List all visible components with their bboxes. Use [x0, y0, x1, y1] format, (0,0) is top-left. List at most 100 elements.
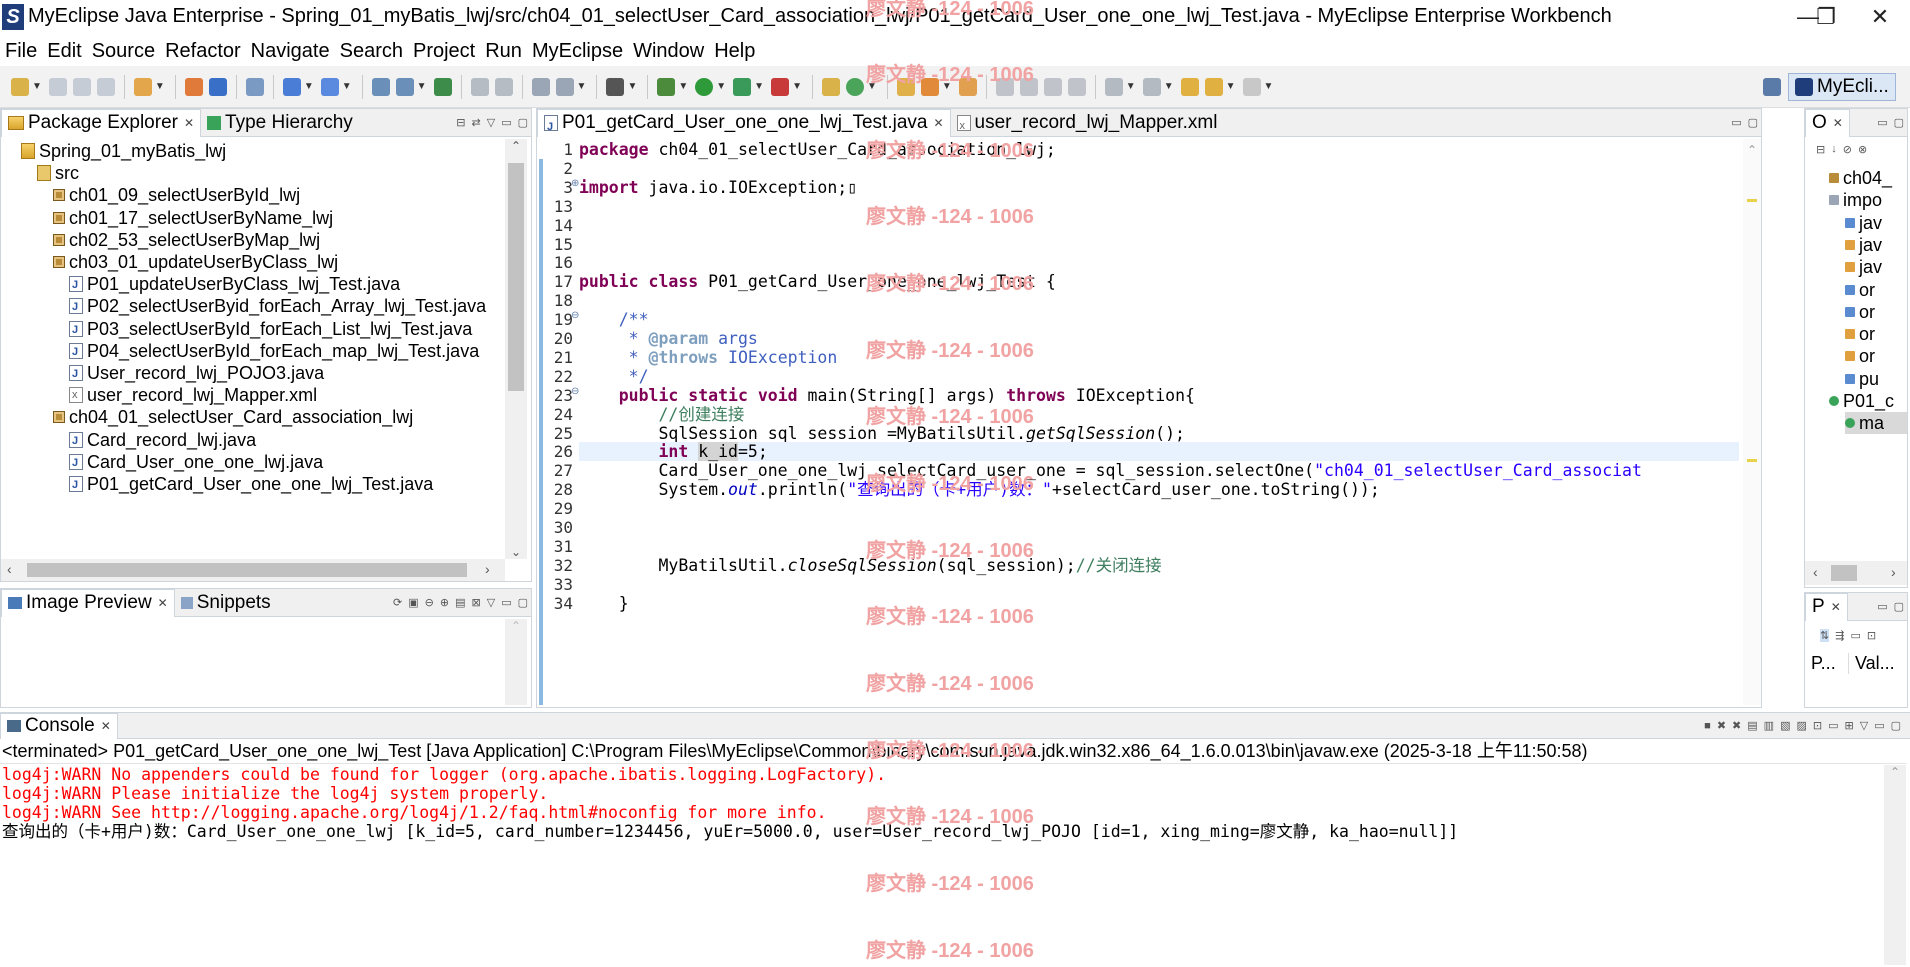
code-line[interactable]: System.out.println("查询出的（卡+用户)数："+select…	[579, 480, 1379, 499]
tree-item[interactable]: ch02_53_selectUserByMap_lwj	[53, 229, 320, 251]
tab-outline[interactable]: O ✕	[1805, 108, 1850, 137]
property-column-header[interactable]: P...	[1805, 652, 1849, 674]
show-stderr-icon[interactable]: ▨	[1796, 719, 1806, 732]
scroll-right-icon[interactable]: ›	[485, 561, 490, 577]
scroll-up-icon[interactable]: ⌃	[505, 619, 527, 633]
tree-item[interactable]: ch01_17_selectUserByName_lwj	[53, 207, 333, 229]
minimize-view-icon[interactable]: ▭	[1877, 116, 1887, 129]
fit-icon[interactable]: ▣	[408, 596, 418, 609]
tree-item[interactable]: Card_User_one_one_lwj.java	[69, 451, 323, 474]
minimize-view-icon[interactable]: ▭	[501, 116, 511, 129]
outline-item[interactable]: impo	[1829, 189, 1882, 211]
code-line[interactable]: * @param args	[579, 329, 758, 348]
package-icon-tool[interactable]	[184, 77, 203, 96]
tree-item[interactable]: P02_selectUserByid_forEach_Array_lwj_Tes…	[69, 295, 486, 318]
tree-item[interactable]: P01_getCard_User_one_one_lwj_Test.java	[69, 473, 433, 496]
zoom-out-icon[interactable]: ⊖	[425, 596, 434, 609]
fold-toggle-icon[interactable]: ⊕	[571, 178, 579, 189]
outline-item[interactable]: or	[1845, 301, 1875, 323]
sort-icon[interactable]: ↓	[1831, 143, 1837, 155]
save-icon[interactable]	[48, 77, 67, 96]
terminal-icon[interactable]	[606, 77, 625, 96]
last-edit-icon[interactable]	[1180, 77, 1199, 96]
tree-vertical-scrollbar[interactable]: ⌃ ⌄	[505, 139, 527, 559]
preview-scrollbar[interactable]: ⌃	[505, 619, 527, 705]
menu-source[interactable]: Source	[87, 36, 160, 66]
console-scrollbar[interactable]: ⌃	[1884, 765, 1906, 965]
outline-item[interactable]: jav	[1845, 212, 1882, 234]
close-tab-icon[interactable]: ✕	[1833, 109, 1843, 137]
outline-item[interactable]: pu	[1845, 368, 1879, 390]
clear-console-icon[interactable]: ▤	[1747, 719, 1757, 732]
close-tab-icon[interactable]: ✕	[101, 713, 111, 739]
new-web-icon[interactable]	[320, 77, 339, 96]
console-output[interactable]: log4j:WARN No appenders could be found f…	[0, 765, 1880, 965]
tab-image-preview[interactable]: Image Preview ✕	[1, 588, 175, 617]
hide-fields-icon[interactable]: ⊘	[1843, 143, 1852, 156]
print-icon[interactable]	[96, 77, 115, 96]
maximize-view-icon[interactable]: ▢	[1891, 719, 1901, 732]
server-icon[interactable]	[371, 77, 390, 96]
tab-package-explorer[interactable]: Package Explorer ✕	[1, 108, 202, 137]
menu-search[interactable]: Search	[335, 36, 408, 66]
minimize-view-icon[interactable]: ▭	[501, 596, 511, 609]
hierarchy-icon[interactable]	[531, 77, 550, 96]
open-resource-icon[interactable]	[958, 77, 977, 96]
run-external-icon[interactable]	[733, 77, 752, 96]
new-package-icon[interactable]	[845, 77, 864, 96]
minimize-view-icon[interactable]: ▭	[1731, 116, 1741, 129]
outline-item[interactable]: or	[1845, 279, 1875, 301]
maximize-view-icon[interactable]: ▢	[1748, 116, 1758, 129]
forward-icon[interactable]	[1242, 77, 1261, 96]
scroll-lock-icon[interactable]: ▥	[1764, 719, 1774, 732]
tree-item[interactable]: P04_selectUserById_forEach_map_lwj_Test.…	[69, 340, 479, 363]
collapse-all-icon[interactable]: ⊟	[1816, 143, 1825, 156]
h-scroll-thumb[interactable]	[1831, 565, 1857, 581]
scroll-down-icon[interactable]: ⌄	[505, 545, 527, 559]
new-icon[interactable]	[11, 77, 29, 96]
scroll-left-icon[interactable]: ‹	[7, 561, 12, 577]
menu-help[interactable]: Help	[709, 36, 760, 66]
code-area[interactable]: 1 package ch04_01_selectUser_Card_associa…	[537, 139, 1743, 705]
tab-type-hierarchy[interactable]: Type Hierarchy	[201, 109, 359, 137]
hide-static-icon[interactable]: ⊗	[1858, 143, 1867, 156]
open-task-icon[interactable]	[920, 77, 939, 96]
maximize-view-icon[interactable]: ▢	[1894, 116, 1904, 129]
globe-icon[interactable]	[433, 77, 452, 96]
minimize-view-icon[interactable]: ▭	[1877, 600, 1887, 613]
menu-project[interactable]: Project	[408, 36, 480, 66]
outline-item[interactable]: or	[1845, 323, 1875, 345]
code-line[interactable]: SqlSession sql_session =MyBatilsUtil.get…	[579, 424, 1185, 443]
outline-item[interactable]: jav	[1845, 234, 1882, 256]
save-all-icon[interactable]	[72, 77, 91, 96]
next-annotation-icon[interactable]	[1104, 77, 1123, 96]
link-editor-icon[interactable]: ⇄	[472, 116, 481, 129]
browser-icon[interactable]	[245, 77, 264, 96]
full-icon[interactable]: ⊠	[472, 596, 481, 609]
whitespace-icon[interactable]	[1067, 77, 1086, 96]
fold-toggle-icon[interactable]: ⊖	[571, 386, 579, 397]
tree-item[interactable]: user_record_lwj_Mapper.xml	[69, 384, 317, 406]
zoom-in-icon[interactable]: ⊕	[440, 596, 449, 609]
tab-xml-file[interactable]: user_record_lwj_Mapper.xml	[951, 109, 1224, 140]
refresh-icon[interactable]	[494, 77, 513, 96]
code-line[interactable]: //创建连接	[579, 405, 744, 424]
menu-edit[interactable]: Edit	[42, 36, 86, 66]
tree-item[interactable]: ch01_09_selectUserById_lwj	[53, 184, 300, 206]
tab-console[interactable]: Console ✕	[0, 712, 118, 739]
collapse-all-icon[interactable]: ⊟	[456, 116, 465, 129]
tab-properties[interactable]: P ✕	[1805, 592, 1848, 621]
maximize-view-icon[interactable]: ▢	[518, 116, 528, 129]
run-icon[interactable]	[695, 77, 714, 96]
open-perspective-icon[interactable]	[1763, 78, 1781, 96]
code-line[interactable]: import java.io.IOException;▯	[579, 178, 857, 197]
fold-toggle-icon[interactable]: ⊖	[571, 310, 579, 321]
prev-annotation-icon[interactable]	[1142, 77, 1161, 96]
code-line[interactable]: public static void main(String[] args) t…	[579, 386, 1195, 405]
debug-icon[interactable]	[657, 77, 676, 96]
view-menu-icon[interactable]: ▽	[487, 596, 495, 609]
defaults-icon[interactable]: ▭	[1850, 629, 1860, 642]
tab-snippets[interactable]: Snippets	[175, 589, 277, 617]
code-line[interactable]: package ch04_01_selectUser_Card_associat…	[579, 140, 1056, 159]
code-line[interactable]: Card_User_one_one_lwj selectCard_user_on…	[579, 461, 1641, 480]
